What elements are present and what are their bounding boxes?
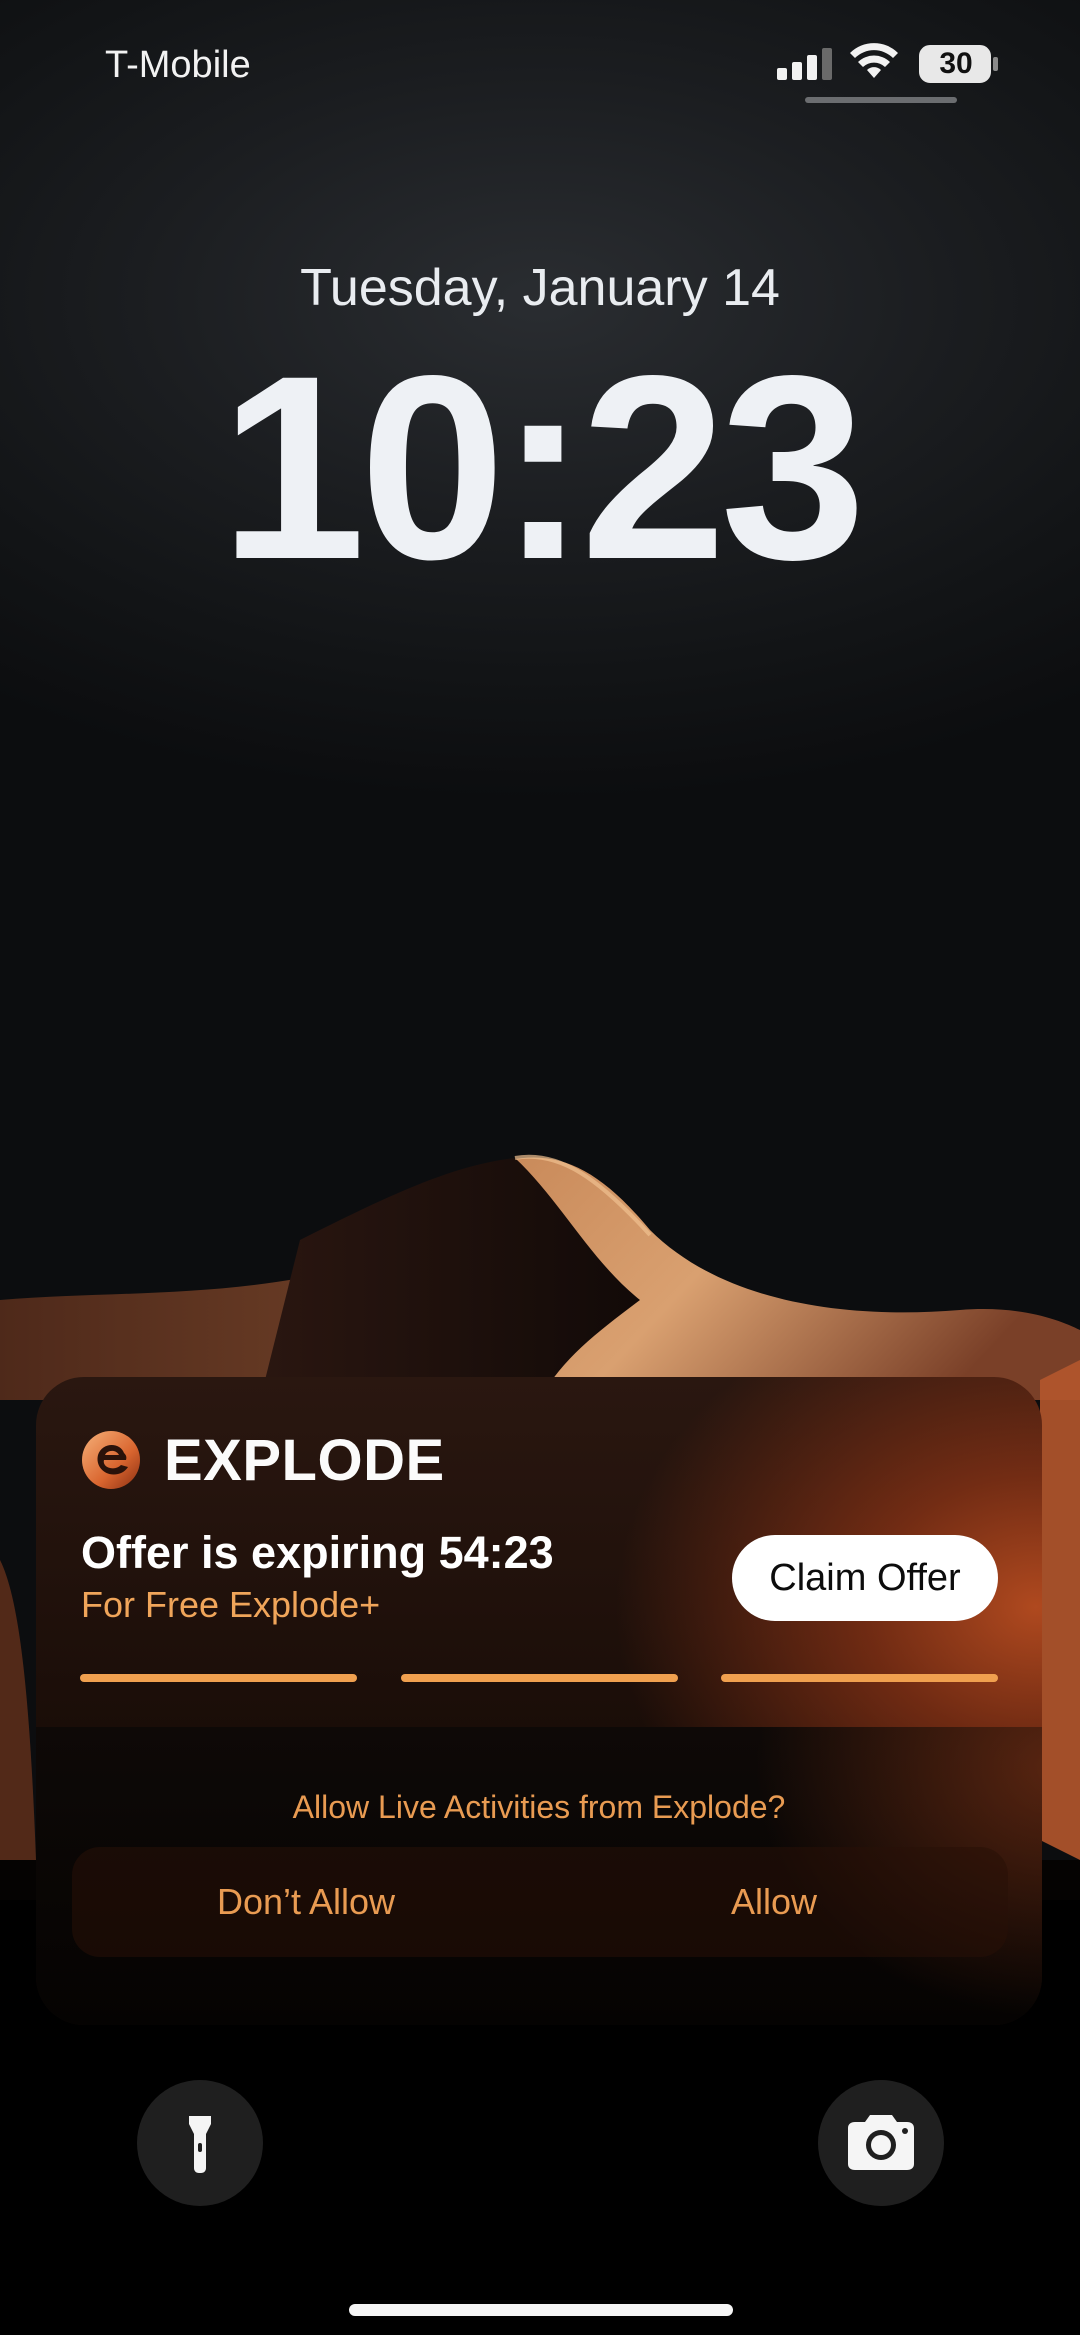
camera-button[interactable] xyxy=(818,2080,944,2206)
signal-icon xyxy=(777,48,832,80)
carrier-label: T-Mobile xyxy=(105,44,251,86)
permission-question: Allow Live Activities from Explode? xyxy=(292,1789,786,1825)
live-activity-content[interactable]: EXPLODE Offer is expiring 54:23 For Free… xyxy=(36,1377,1042,1727)
progress-segment xyxy=(401,1674,678,1682)
notification-pull-bar[interactable] xyxy=(805,97,957,103)
offer-title: Offer is expiring 54:23 xyxy=(81,1527,554,1578)
home-indicator[interactable] xyxy=(349,2304,733,2316)
flashlight-icon xyxy=(189,2116,211,2173)
flashlight-button[interactable] xyxy=(137,2080,263,2206)
allow-button[interactable]: Allow xyxy=(540,1847,1008,1957)
camera-icon xyxy=(848,2115,914,2170)
lock-screen-clock: 10:23 xyxy=(219,321,866,614)
app-name: EXPLODE xyxy=(164,1428,445,1493)
claim-offer-button[interactable]: Claim Offer xyxy=(732,1535,998,1621)
lock-screen: T-Mobile 30 Tuesday, January 14 10:23 EX… xyxy=(0,0,1080,2335)
explode-logo-icon xyxy=(82,1431,140,1489)
wifi-icon xyxy=(850,43,898,78)
offer-subtitle: For Free Explode+ xyxy=(81,1584,381,1625)
lock-screen-date: Tuesday, January 14 xyxy=(300,259,780,317)
progress-segment xyxy=(721,1674,998,1682)
dont-allow-button[interactable]: Don’t Allow xyxy=(72,1847,540,1957)
live-activity-card[interactable]: EXPLODE Offer is expiring 54:23 For Free… xyxy=(36,1377,1042,2025)
permission-button-group: Don’t Allow Allow xyxy=(72,1847,1008,1957)
status-bar: T-Mobile 30 xyxy=(0,0,1080,120)
progress-segment xyxy=(80,1674,357,1682)
battery-percentage: 30 xyxy=(939,47,973,80)
